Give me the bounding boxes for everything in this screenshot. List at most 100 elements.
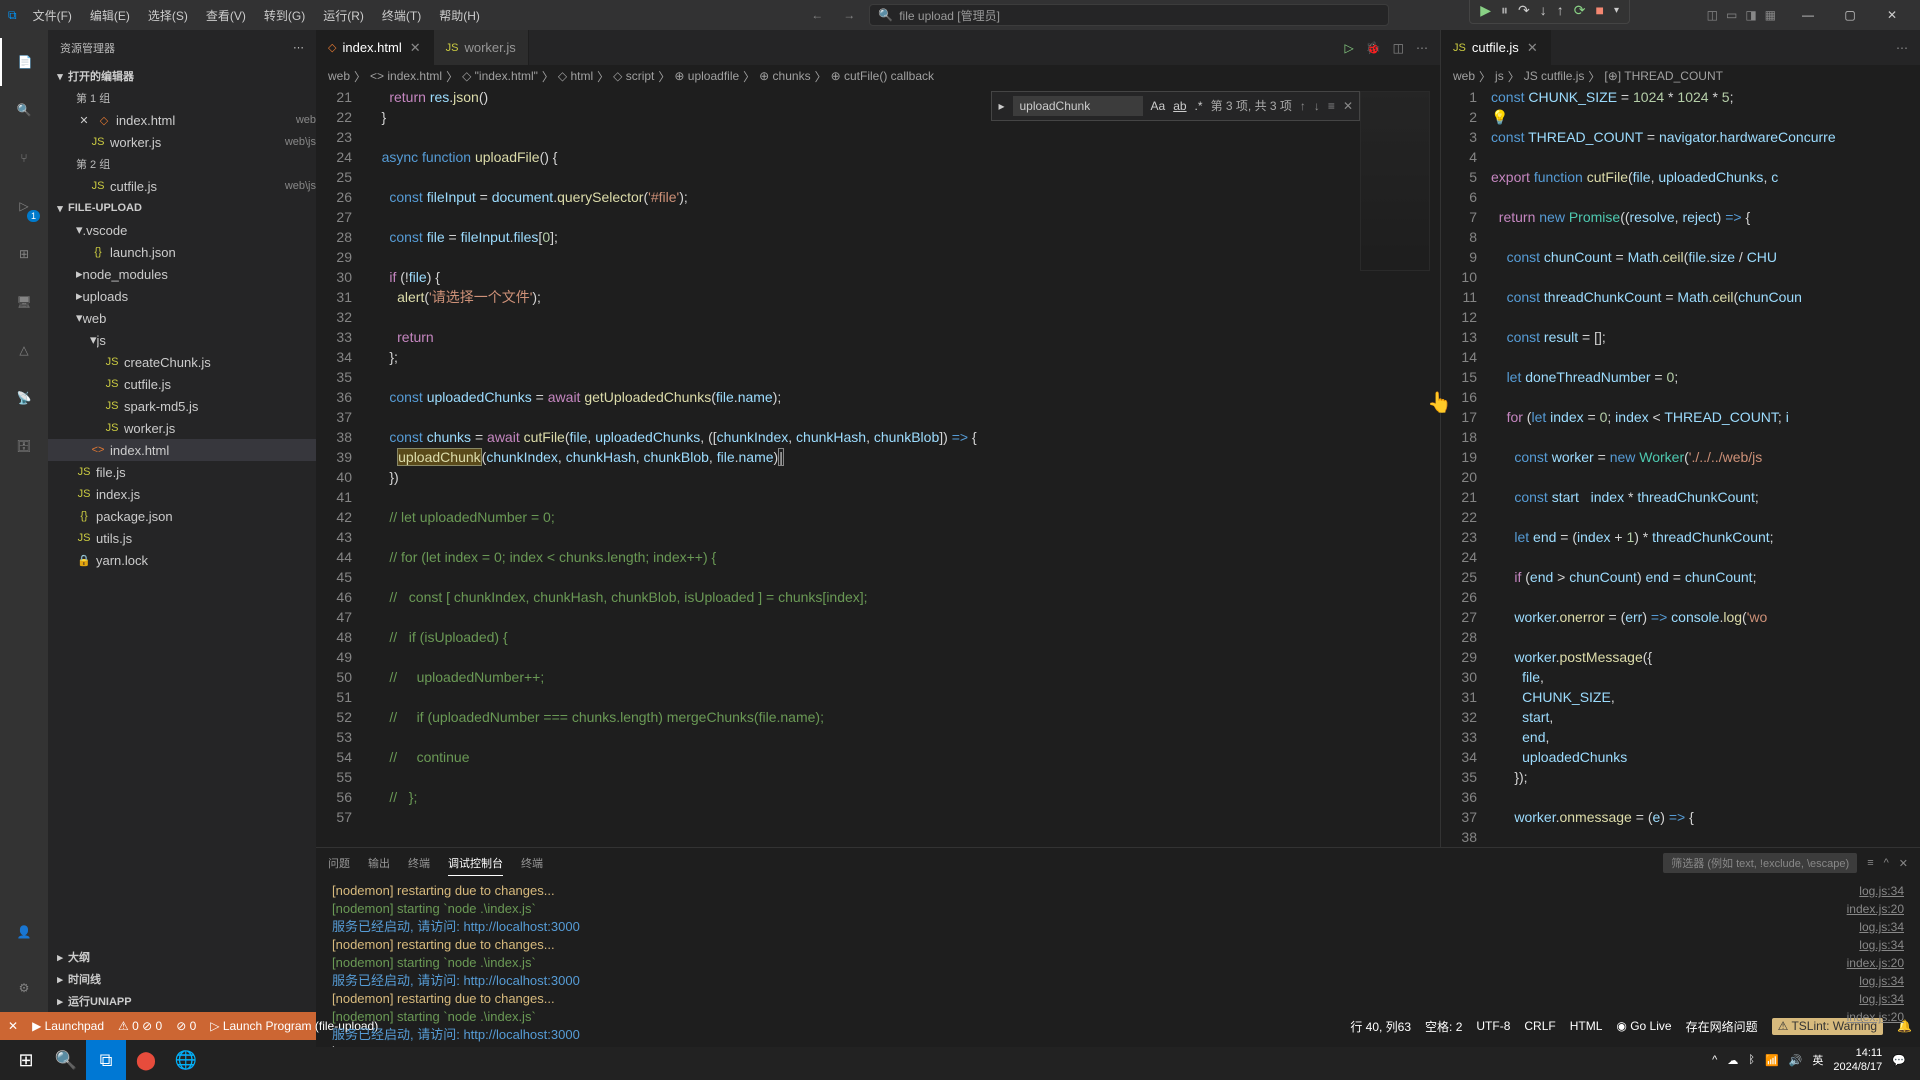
layout-customize-icon[interactable]: ▦ [1765, 8, 1776, 22]
breadcrumb-left[interactable]: web 〉 <> index.html 〉 ◇ "index.html" 〉 ◇… [316, 65, 1440, 87]
file-item[interactable]: JSspark-md5.js [48, 395, 316, 417]
tray-clock[interactable]: 14:11 2024/8/17 [1833, 1046, 1882, 1074]
find-close-icon[interactable]: ✕ [1343, 96, 1353, 116]
uniapp-header[interactable]: ▸运行UNIAPP [48, 990, 316, 1012]
more-icon[interactable]: ⋯ [1416, 41, 1428, 55]
outline-header[interactable]: ▸大纲 [48, 946, 316, 968]
status-item[interactable]: ⚠ 0 ⊘ 0 [118, 1019, 162, 1033]
activity-live[interactable]: 📡 [0, 374, 48, 422]
activity-extensions[interactable]: ⊞ [0, 230, 48, 278]
open-editor-item[interactable]: JSworker.jsweb\js [48, 131, 316, 153]
layout-sidebar-right-icon[interactable]: ◨ [1745, 8, 1756, 22]
menu-item[interactable]: 帮助(H) [431, 3, 488, 28]
timeline-header[interactable]: ▸时间线 [48, 968, 316, 990]
minimap[interactable] [1880, 87, 1920, 847]
code-editor[interactable]: const CHUNK_SIZE = 1024 * 1024 * 5;💡cons… [1491, 87, 1880, 847]
panel-tab[interactable]: 终端 [521, 851, 543, 875]
menu-item[interactable]: 编辑(E) [82, 3, 138, 28]
tray-up-icon[interactable]: ^ [1712, 1054, 1717, 1066]
split-icon[interactable]: ◫ [1393, 41, 1404, 55]
taskbar-search[interactable]: 🔍 [46, 1040, 86, 1080]
sidebar-more-icon[interactable]: ⋯ [293, 41, 304, 54]
layout-sidebar-icon[interactable]: ◫ [1707, 8, 1718, 22]
file-item[interactable]: {}package.json [48, 505, 316, 527]
open-editor-item[interactable]: ✕◇index.htmlweb [48, 109, 316, 131]
tray-volume-icon[interactable]: 🔊 [1789, 1054, 1803, 1067]
folder-item[interactable]: ▾ web [48, 307, 316, 329]
folder-item[interactable]: ▸ uploads [48, 285, 316, 307]
status-item[interactable]: ⊘ 0 [176, 1019, 196, 1033]
layout-panel-icon[interactable]: ▭ [1726, 8, 1737, 22]
status-item[interactable]: ✕ [8, 1019, 18, 1033]
panel-tab[interactable]: 终端 [408, 851, 430, 875]
debug-stepout-icon[interactable]: ↑ [1557, 2, 1564, 18]
close-icon[interactable]: ✕ [410, 40, 421, 56]
activity-search[interactable]: 🔍 [0, 86, 48, 134]
folder-item[interactable]: ▸ node_modules [48, 263, 316, 285]
activity-explorer[interactable]: 📄 [0, 38, 48, 86]
window-minimize[interactable]: — [1788, 0, 1828, 30]
tray-bluetooth-icon[interactable]: ᛒ [1748, 1054, 1755, 1066]
nav-back[interactable]: ← [805, 3, 829, 27]
more-icon[interactable]: ⋯ [1896, 41, 1908, 55]
panel-tab[interactable]: 输出 [368, 851, 390, 875]
nav-forward[interactable]: → [837, 3, 861, 27]
debug-stepin-icon[interactable]: ↓ [1540, 2, 1547, 18]
find-selection-icon[interactable]: ≡ [1328, 96, 1335, 116]
close-icon[interactable]: ✕ [1527, 40, 1538, 56]
tray-wifi-icon[interactable]: 📶 [1765, 1054, 1779, 1067]
activity-debug[interactable]: ▷1 [0, 182, 48, 230]
breadcrumb-right[interactable]: web 〉 js 〉 JS cutfile.js 〉 [⊕] THREAD_CO… [1441, 65, 1920, 87]
file-item[interactable]: 🔒yarn.lock [48, 549, 316, 571]
tray-cloud-icon[interactable]: ☁ [1727, 1054, 1738, 1067]
file-item[interactable]: JSfile.js [48, 461, 316, 483]
tab-cutfile-js[interactable]: JScutfile.js✕ [1441, 30, 1551, 65]
find-input[interactable] [1013, 96, 1143, 116]
file-item[interactable]: JScreateChunk.js [48, 351, 316, 373]
folder-item[interactable]: ▾ js [48, 329, 316, 351]
tab-index-html[interactable]: ◇index.html✕ [316, 30, 434, 65]
panel-list-icon[interactable]: ≡ [1867, 853, 1873, 873]
debug-restart-icon[interactable]: ⟳ [1574, 2, 1586, 19]
taskbar-record[interactable]: ⬤ [126, 1040, 166, 1080]
debug-stepover-icon[interactable]: ↷ [1518, 2, 1530, 19]
project-header[interactable]: ▾FILE-UPLOAD [48, 197, 316, 219]
activity-db[interactable]: 🗄 [0, 422, 48, 470]
taskbar-vscode[interactable]: ⧉ [86, 1040, 126, 1080]
tray-notifications-icon[interactable]: 💬 [1892, 1054, 1906, 1067]
menu-item[interactable]: 查看(V) [198, 3, 254, 28]
find-word-icon[interactable]: ab [1173, 96, 1186, 116]
find-next-icon[interactable]: ↓ [1314, 96, 1320, 116]
debug-stop-icon[interactable]: ■ [1596, 2, 1604, 18]
debug-dropdown-icon[interactable]: ▾ [1614, 5, 1619, 16]
status-item[interactable]: ▶ Launchpad [32, 1019, 104, 1033]
tab-worker-js[interactable]: JSworker.js [434, 30, 529, 65]
activity-account[interactable]: 👤 [0, 908, 48, 956]
start-button[interactable]: ⊞ [6, 1040, 46, 1080]
panel-maximize-icon[interactable]: ^ [1884, 853, 1889, 873]
file-item[interactable]: <>index.html [48, 439, 316, 461]
file-item[interactable]: JSworker.js [48, 417, 316, 439]
file-item[interactable]: JSutils.js [48, 527, 316, 549]
window-close[interactable]: ✕ [1872, 0, 1912, 30]
open-editor-item[interactable]: JScutfile.jsweb\js [48, 175, 316, 197]
menu-item[interactable]: 选择(S) [140, 3, 196, 28]
find-case-icon[interactable]: Aa [1151, 96, 1166, 116]
activity-test[interactable]: △ [0, 326, 48, 374]
command-center[interactable]: 🔍 file upload [管理员] [869, 4, 1389, 26]
find-prev-icon[interactable]: ↑ [1300, 96, 1306, 116]
panel-tab[interactable]: 问题 [328, 851, 350, 875]
file-item[interactable]: JSindex.js [48, 483, 316, 505]
activity-scm[interactable]: ⑂ [0, 134, 48, 182]
minimap[interactable] [1360, 87, 1440, 847]
menu-item[interactable]: 转到(G) [256, 3, 313, 28]
debug-icon[interactable]: 🐞 [1366, 41, 1381, 55]
folder-item[interactable]: ▾ .vscode [48, 219, 316, 241]
activity-settings[interactable]: ⚙ [0, 964, 48, 1012]
tray-lang[interactable]: 英 [1812, 1052, 1823, 1068]
terminal[interactable]: [nodemon] restarting due to changes...[n… [316, 878, 1920, 1047]
open-editors-header[interactable]: ▾打开的编辑器 [48, 65, 316, 87]
taskbar-chrome[interactable]: 🌐 [166, 1040, 206, 1080]
menu-item[interactable]: 运行(R) [315, 3, 372, 28]
panel-close-icon[interactable]: ✕ [1899, 853, 1908, 874]
